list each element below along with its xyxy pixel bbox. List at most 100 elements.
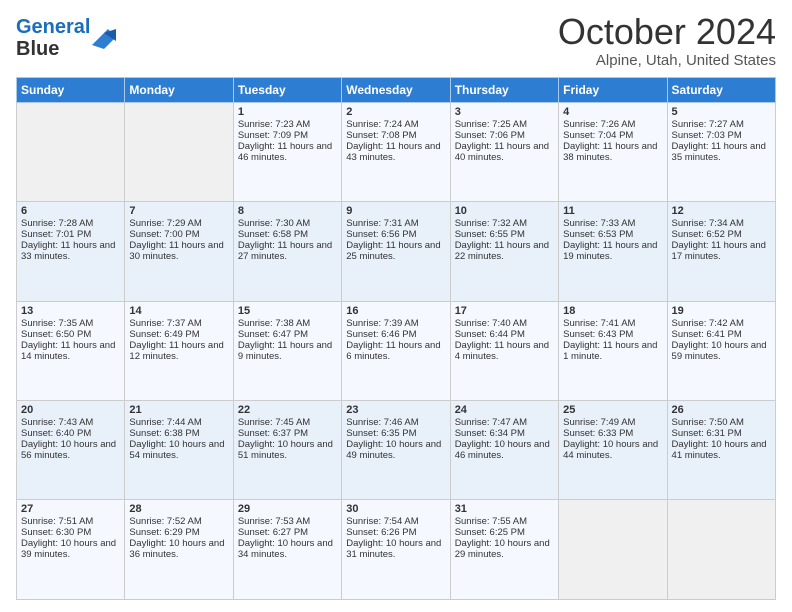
day-number: 5: [672, 106, 771, 118]
calendar-cell: 17Sunrise: 7:40 AMSunset: 6:44 PMDayligh…: [450, 301, 558, 400]
calendar-cell: 5Sunrise: 7:27 AMSunset: 7:03 PMDaylight…: [667, 102, 775, 201]
calendar-cell: 24Sunrise: 7:47 AMSunset: 6:34 PMDayligh…: [450, 401, 558, 500]
day-number: 22: [238, 404, 337, 416]
sunrise-text: Sunrise: 7:51 AM: [21, 516, 120, 527]
daylight-text: Daylight: 11 hours and 19 minutes.: [563, 240, 662, 262]
calendar-cell: 22Sunrise: 7:45 AMSunset: 6:37 PMDayligh…: [233, 401, 341, 500]
table-row: 20Sunrise: 7:43 AMSunset: 6:40 PMDayligh…: [17, 401, 776, 500]
calendar-cell: 6Sunrise: 7:28 AMSunset: 7:01 PMDaylight…: [17, 202, 125, 301]
sunrise-text: Sunrise: 7:41 AM: [563, 318, 662, 329]
day-number: 20: [21, 404, 120, 416]
sunrise-text: Sunrise: 7:39 AM: [346, 318, 445, 329]
sunrise-text: Sunrise: 7:23 AM: [238, 119, 337, 130]
calendar-cell: 7Sunrise: 7:29 AMSunset: 7:00 PMDaylight…: [125, 202, 233, 301]
day-number: 31: [455, 503, 554, 515]
calendar-cell: 27Sunrise: 7:51 AMSunset: 6:30 PMDayligh…: [17, 500, 125, 600]
sunset-text: Sunset: 7:00 PM: [129, 229, 228, 240]
day-number: 27: [21, 503, 120, 515]
sunset-text: Sunset: 6:46 PM: [346, 329, 445, 340]
calendar-cell: 13Sunrise: 7:35 AMSunset: 6:50 PMDayligh…: [17, 301, 125, 400]
calendar-cell: 19Sunrise: 7:42 AMSunset: 6:41 PMDayligh…: [667, 301, 775, 400]
sunset-text: Sunset: 7:03 PM: [672, 130, 771, 141]
sunrise-text: Sunrise: 7:27 AM: [672, 119, 771, 130]
daylight-text: Daylight: 11 hours and 33 minutes.: [21, 240, 120, 262]
sunrise-text: Sunrise: 7:35 AM: [21, 318, 120, 329]
sunset-text: Sunset: 6:40 PM: [21, 428, 120, 439]
day-number: 1: [238, 106, 337, 118]
daylight-text: Daylight: 11 hours and 14 minutes.: [21, 340, 120, 362]
day-number: 2: [346, 106, 445, 118]
daylight-text: Daylight: 11 hours and 40 minutes.: [455, 141, 554, 163]
daylight-text: Daylight: 11 hours and 4 minutes.: [455, 340, 554, 362]
daylight-text: Daylight: 11 hours and 25 minutes.: [346, 240, 445, 262]
sunrise-text: Sunrise: 7:50 AM: [672, 417, 771, 428]
month-title: October 2024: [558, 12, 776, 52]
calendar-cell: 28Sunrise: 7:52 AMSunset: 6:29 PMDayligh…: [125, 500, 233, 600]
sunrise-text: Sunrise: 7:46 AM: [346, 417, 445, 428]
calendar-cell: 1Sunrise: 7:23 AMSunset: 7:09 PMDaylight…: [233, 102, 341, 201]
daylight-text: Daylight: 10 hours and 29 minutes.: [455, 538, 554, 560]
day-number: 28: [129, 503, 228, 515]
day-number: 24: [455, 404, 554, 416]
sunrise-text: Sunrise: 7:24 AM: [346, 119, 445, 130]
sunset-text: Sunset: 7:09 PM: [238, 130, 337, 141]
daylight-text: Daylight: 10 hours and 34 minutes.: [238, 538, 337, 560]
daylight-text: Daylight: 10 hours and 41 minutes.: [672, 439, 771, 461]
sunrise-text: Sunrise: 7:29 AM: [129, 218, 228, 229]
calendar-cell: 3Sunrise: 7:25 AMSunset: 7:06 PMDaylight…: [450, 102, 558, 201]
sunset-text: Sunset: 6:47 PM: [238, 329, 337, 340]
day-number: 16: [346, 305, 445, 317]
sunset-text: Sunset: 6:29 PM: [129, 527, 228, 538]
calendar-cell: 23Sunrise: 7:46 AMSunset: 6:35 PMDayligh…: [342, 401, 450, 500]
sunrise-text: Sunrise: 7:34 AM: [672, 218, 771, 229]
day-number: 8: [238, 205, 337, 217]
daylight-text: Daylight: 10 hours and 44 minutes.: [563, 439, 662, 461]
sunrise-text: Sunrise: 7:55 AM: [455, 516, 554, 527]
daylight-text: Daylight: 11 hours and 27 minutes.: [238, 240, 337, 262]
logo-icon: [92, 29, 116, 49]
daylight-text: Daylight: 11 hours and 17 minutes.: [672, 240, 771, 262]
daylight-text: Daylight: 10 hours and 49 minutes.: [346, 439, 445, 461]
daylight-text: Daylight: 10 hours and 39 minutes.: [21, 538, 120, 560]
daylight-text: Daylight: 11 hours and 1 minute.: [563, 340, 662, 362]
sunrise-text: Sunrise: 7:31 AM: [346, 218, 445, 229]
calendar-cell: 10Sunrise: 7:32 AMSunset: 6:55 PMDayligh…: [450, 202, 558, 301]
daylight-text: Daylight: 11 hours and 22 minutes.: [455, 240, 554, 262]
day-number: 26: [672, 404, 771, 416]
calendar-cell: 11Sunrise: 7:33 AMSunset: 6:53 PMDayligh…: [559, 202, 667, 301]
sunrise-text: Sunrise: 7:52 AM: [129, 516, 228, 527]
day-number: 15: [238, 305, 337, 317]
logo: GeneralBlue: [16, 16, 116, 60]
sunset-text: Sunset: 6:33 PM: [563, 428, 662, 439]
calendar-cell: 14Sunrise: 7:37 AMSunset: 6:49 PMDayligh…: [125, 301, 233, 400]
sunrise-text: Sunrise: 7:38 AM: [238, 318, 337, 329]
sunrise-text: Sunrise: 7:43 AM: [21, 417, 120, 428]
calendar-cell: 26Sunrise: 7:50 AMSunset: 6:31 PMDayligh…: [667, 401, 775, 500]
logo-text: GeneralBlue: [16, 16, 90, 60]
sunset-text: Sunset: 6:50 PM: [21, 329, 120, 340]
sunrise-text: Sunrise: 7:28 AM: [21, 218, 120, 229]
sunrise-text: Sunrise: 7:40 AM: [455, 318, 554, 329]
sunset-text: Sunset: 6:55 PM: [455, 229, 554, 240]
daylight-text: Daylight: 11 hours and 35 minutes.: [672, 141, 771, 163]
calendar-cell: 31Sunrise: 7:55 AMSunset: 6:25 PMDayligh…: [450, 500, 558, 600]
sunrise-text: Sunrise: 7:37 AM: [129, 318, 228, 329]
daylight-text: Daylight: 10 hours and 31 minutes.: [346, 538, 445, 560]
day-number: 11: [563, 205, 662, 217]
col-wednesday: Wednesday: [342, 77, 450, 102]
table-row: 6Sunrise: 7:28 AMSunset: 7:01 PMDaylight…: [17, 202, 776, 301]
day-number: 19: [672, 305, 771, 317]
sunset-text: Sunset: 7:01 PM: [21, 229, 120, 240]
day-number: 17: [455, 305, 554, 317]
sunrise-text: Sunrise: 7:44 AM: [129, 417, 228, 428]
daylight-text: Daylight: 10 hours and 56 minutes.: [21, 439, 120, 461]
sunrise-text: Sunrise: 7:42 AM: [672, 318, 771, 329]
title-block: October 2024 Alpine, Utah, United States: [558, 12, 776, 69]
sunrise-text: Sunrise: 7:45 AM: [238, 417, 337, 428]
sunset-text: Sunset: 6:52 PM: [672, 229, 771, 240]
sunset-text: Sunset: 6:43 PM: [563, 329, 662, 340]
sunrise-text: Sunrise: 7:26 AM: [563, 119, 662, 130]
sunset-text: Sunset: 6:41 PM: [672, 329, 771, 340]
header-row: Sunday Monday Tuesday Wednesday Thursday…: [17, 77, 776, 102]
sunset-text: Sunset: 6:44 PM: [455, 329, 554, 340]
